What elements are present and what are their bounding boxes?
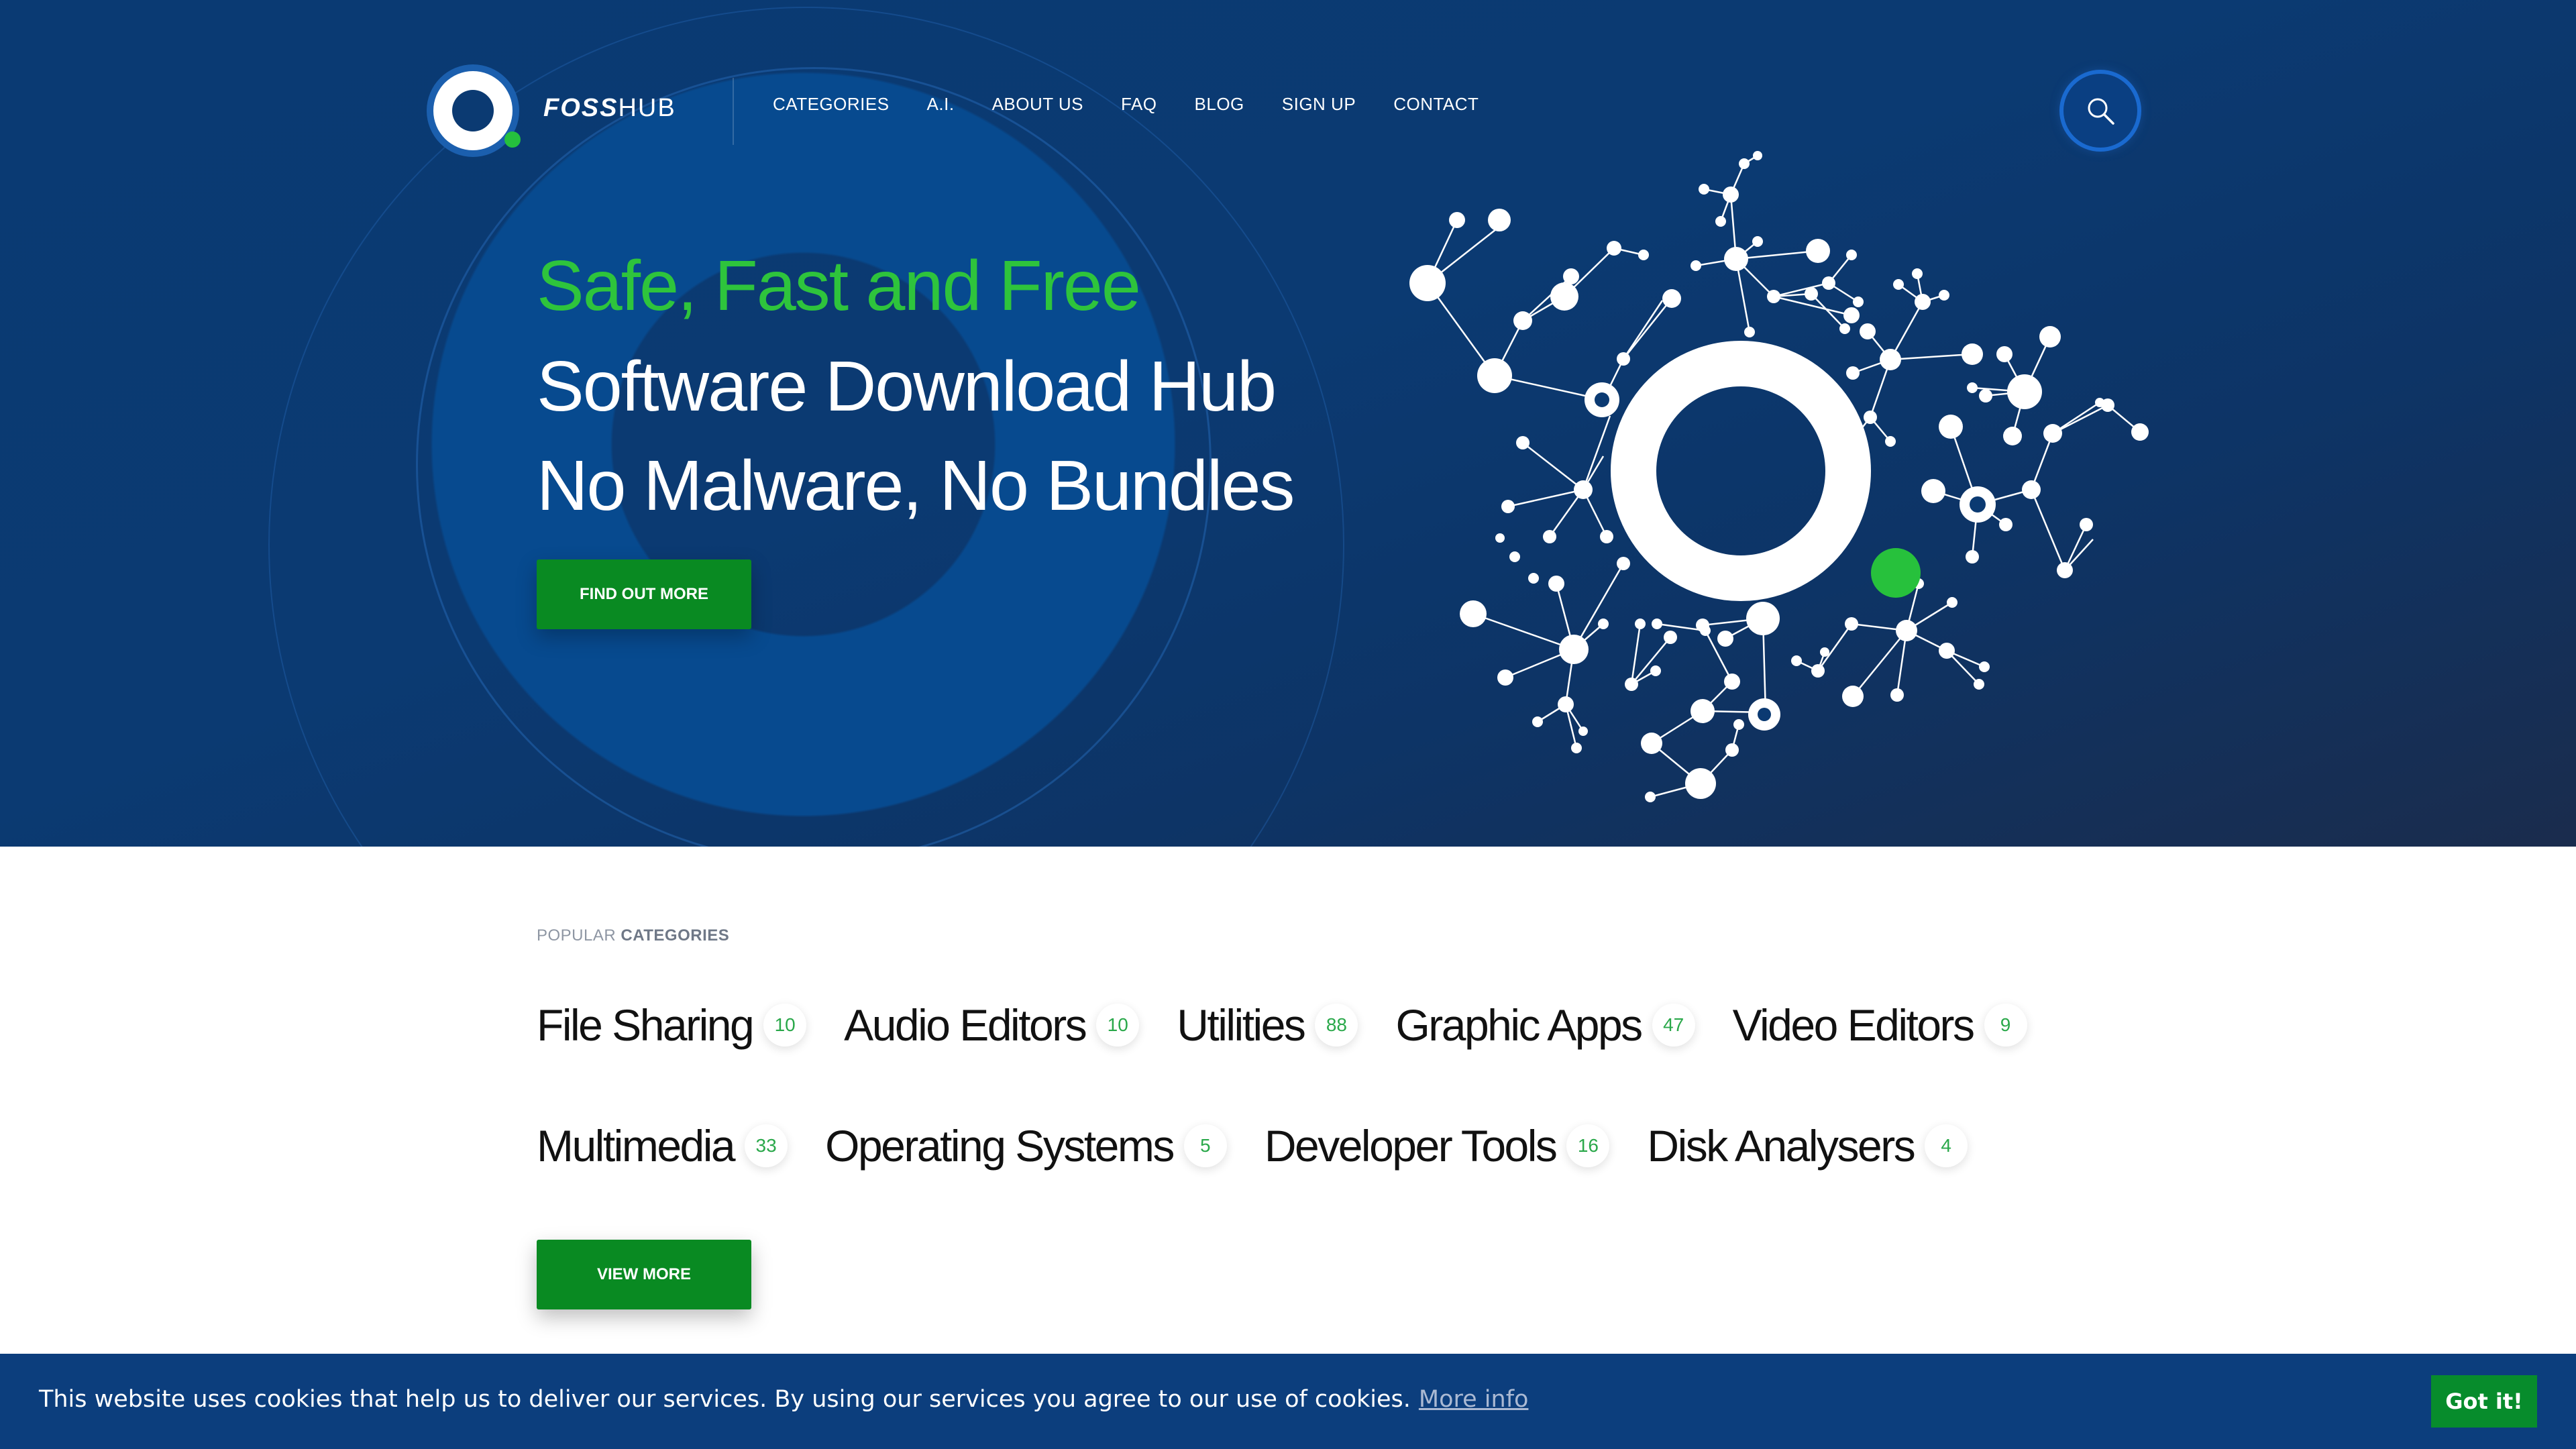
category-name: Video Editors (1732, 1000, 1975, 1050)
category-count-badge: 10 (763, 1004, 807, 1046)
category-count-badge: 16 (1566, 1124, 1610, 1167)
category-operating-systems[interactable]: Operating Systems 5 (825, 1120, 1227, 1171)
hero-headline-3: No Malware, No Bundles (537, 446, 1295, 525)
category-count-badge: 5 (1183, 1124, 1227, 1167)
category-file-sharing[interactable]: File Sharing 10 (537, 1000, 807, 1051)
category-name: File Sharing (537, 1000, 755, 1050)
category-count-badge: 33 (745, 1124, 788, 1167)
category-count-badge: 10 (1096, 1004, 1140, 1046)
category-row-1: File Sharing 10 Audio Editors 10 Utilities… (537, 1000, 2065, 1051)
brand-wordmark[interactable]: FOSSHUB (543, 94, 676, 123)
got-it-button[interactable]: Got it! (2431, 1375, 2537, 1428)
hero-halo-ring (429, 70, 1177, 818)
cookie-consent-bar: This website uses cookies that help us t… (0, 1354, 2576, 1449)
nav-sign-up[interactable]: SIGN UP (1282, 94, 1356, 115)
logo-hole (452, 90, 494, 131)
nav-about-us[interactable]: ABOUT US (992, 94, 1083, 115)
category-count-badge: 47 (1652, 1004, 1695, 1046)
nav-categories[interactable]: CATEGORIES (773, 94, 890, 115)
hero-headline-2: Software Download Hub (537, 347, 1277, 426)
brand-bold: FOSS (543, 94, 619, 122)
hero-headline-1: Safe, Fast and Free (537, 246, 1141, 325)
category-count-badge: 9 (1984, 1004, 2027, 1046)
search-button[interactable] (2063, 74, 2137, 148)
cookie-text: This website uses cookies that help us t… (39, 1386, 1411, 1413)
category-name: Multimedia (537, 1121, 736, 1171)
nav-faq[interactable]: FAQ (1121, 94, 1157, 115)
view-more-button[interactable]: VIEW MORE (537, 1240, 751, 1309)
category-row-2: Multimedia 33 Operating Systems 5 Develope… (537, 1120, 2005, 1171)
category-name: Utilities (1177, 1000, 1306, 1050)
main-nav: CATEGORIES A.I. ABOUT US FAQ BLOG SIGN U… (773, 94, 1479, 115)
category-name: Disk Analysers (1647, 1121, 1915, 1171)
category-multimedia[interactable]: Multimedia 33 (537, 1120, 788, 1171)
logo-dot (504, 131, 521, 148)
hero-section: FOSSHUB CATEGORIES A.I. ABOUT US FAQ BLO… (0, 0, 2576, 847)
category-name: Audio Editors (844, 1000, 1087, 1050)
category-audio-editors[interactable]: Audio Editors 10 (844, 1000, 1140, 1051)
nav-blog[interactable]: BLOG (1195, 94, 1244, 115)
cookie-message: This website uses cookies that help us t… (39, 1386, 1528, 1413)
category-name: Operating Systems (825, 1121, 1175, 1171)
label-popular: POPULAR (537, 926, 616, 945)
magnifier-icon (2088, 98, 2114, 125)
category-disk-analysers[interactable]: Disk Analysers 4 (1647, 1120, 1968, 1171)
category-count-badge: 88 (1315, 1004, 1358, 1046)
popular-categories-label: POPULAR CATEGORIES (537, 926, 729, 945)
category-graphic-apps[interactable]: Graphic Apps 47 (1395, 1000, 1695, 1051)
category-developer-tools[interactable]: Developer Tools 16 (1265, 1120, 1610, 1171)
category-name: Graphic Apps (1395, 1000, 1643, 1050)
label-categories: CATEGORIES (621, 926, 730, 945)
category-name: Developer Tools (1264, 1121, 1558, 1171)
category-utilities[interactable]: Utilities 88 (1177, 1000, 1358, 1051)
network-illustration (1409, 151, 2149, 802)
more-info-link[interactable]: More info (1419, 1386, 1529, 1413)
nav-divider (733, 78, 734, 145)
nav-ai[interactable]: A.I. (927, 94, 955, 115)
nav-contact[interactable]: CONTACT (1393, 94, 1479, 115)
category-count-badge: 4 (1925, 1124, 1968, 1167)
fosshub-logo[interactable] (429, 67, 521, 154)
brand-light: HUB (618, 94, 676, 122)
category-video-editors[interactable]: Video Editors 9 (1733, 1000, 2027, 1051)
find-out-more-button[interactable]: FIND OUT MORE (537, 559, 751, 629)
